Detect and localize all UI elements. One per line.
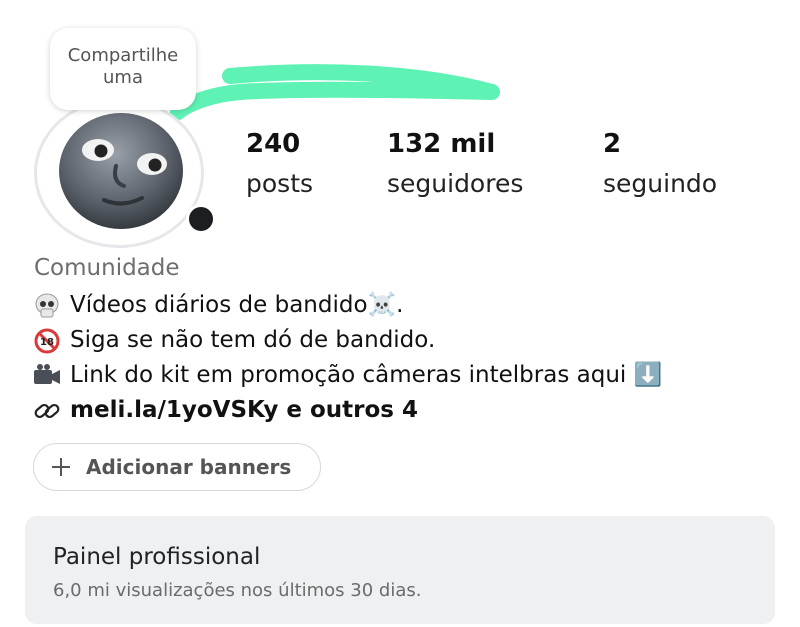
bio-line: 18 Siga se não tem dó de bandido. bbox=[32, 323, 662, 358]
redaction-scribble bbox=[170, 64, 500, 120]
profile-category: Comunidade bbox=[34, 255, 180, 281]
profile-stats: 240 posts 132 mil seguidores 2 seguindo bbox=[0, 128, 800, 208]
no-under-18-icon: 18 bbox=[32, 328, 62, 354]
skull-icon bbox=[32, 293, 62, 319]
followers-label: seguidores bbox=[387, 169, 524, 198]
posts-label: posts bbox=[246, 169, 314, 198]
following-count: 2 bbox=[603, 129, 622, 159]
followers-count: 132 mil bbox=[387, 129, 496, 159]
posts-count: 240 bbox=[246, 129, 301, 159]
following-label: seguindo bbox=[603, 169, 718, 198]
note-text: Compartilhe uma bbox=[67, 45, 179, 88]
panel-subtitle: 6,0 mi visualizações nos últimos 30 dias… bbox=[53, 580, 422, 601]
stat-followers[interactable]: 132 mil seguidores bbox=[387, 128, 523, 200]
video-camera-icon bbox=[32, 363, 62, 389]
plus-icon bbox=[52, 458, 70, 476]
bio-text: Siga se não tem dó de bandido. bbox=[70, 327, 436, 353]
add-banners-button[interactable]: Adicionar banners bbox=[33, 443, 321, 491]
svg-text:18: 18 bbox=[40, 337, 54, 348]
profile-bio: Vídeos diários de bandido☠️. 18 Siga se … bbox=[32, 288, 662, 428]
note-bubble[interactable]: Compartilhe uma bbox=[50, 28, 196, 110]
bio-line: Vídeos diários de bandido☠️. bbox=[32, 288, 662, 323]
stat-following[interactable]: 2 seguindo bbox=[603, 128, 717, 200]
professional-dashboard-card[interactable]: Painel profissional 6,0 mi visualizações… bbox=[25, 516, 775, 624]
panel-title: Painel profissional bbox=[53, 544, 261, 570]
bio-link-text: meli.la/1yoVSKy e outros 4 bbox=[70, 397, 419, 423]
stat-posts[interactable]: 240 posts bbox=[246, 128, 313, 200]
add-banners-label: Adicionar banners bbox=[86, 455, 292, 479]
add-story-badge[interactable] bbox=[186, 204, 216, 234]
bio-line: Link do kit em promoção câmeras intelbra… bbox=[32, 358, 662, 393]
bio-link[interactable]: meli.la/1yoVSKy e outros 4 bbox=[32, 393, 662, 428]
link-icon bbox=[32, 398, 62, 424]
bio-text: Vídeos diários de bandido☠️. bbox=[70, 292, 404, 318]
bio-text: Link do kit em promoção câmeras intelbra… bbox=[70, 362, 663, 388]
